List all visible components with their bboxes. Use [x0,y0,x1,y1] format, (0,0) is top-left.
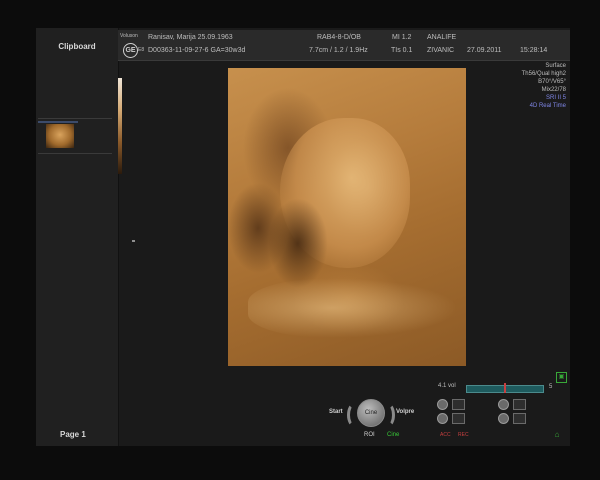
cine-mode-label[interactable]: Cine [387,432,399,438]
control-indicator-4 [513,413,526,424]
operator: ZIVANIC [427,47,455,54]
mi-value: MI 1.2 [392,34,412,41]
logo-model: E8 [138,47,145,53]
institution: ANALIFE [427,34,457,41]
control-knob-3-icon[interactable] [498,399,509,410]
tis-value: TIs 0.1 [391,47,413,54]
patient-name: Ranisav, Marija 25.09.1963 [148,34,233,41]
control-knob-1-icon[interactable] [437,399,448,410]
ge-logo-icon: GE [123,43,138,58]
volume-rate-label: 4.1 vol [438,383,456,389]
render-highlight-lower [248,278,458,338]
control-knob-2-icon[interactable] [437,413,448,424]
fetal-3d-render[interactable] [228,68,466,366]
threshold-quality: Th56/Qual high2 [521,71,566,77]
control-knob-4-icon[interactable] [498,413,509,424]
render-mode: Surface [545,63,566,69]
volpre-label: Volpre [396,409,415,415]
green-status-icon[interactable]: ▣ [556,372,567,383]
sri-level: SRI II 5 [545,95,566,101]
control-indicator-3 [513,399,526,410]
volume-rate-value: 5 [549,384,553,390]
depth-marker [132,240,135,242]
acquisition-mode: 4D Real Time [529,103,566,109]
print-icon[interactable]: ⌂ [552,430,562,440]
imaging-params: 7.7cm / 1.2 / 1.9Hz [309,47,368,54]
clipboard-panel [36,28,119,446]
page-label: Page 1 [60,430,86,439]
control-indicator-2 [452,413,465,424]
logo-brand: Voluson [120,33,138,39]
clipboard-thumbnail[interactable] [46,124,74,148]
exam-date: 27.09.2011 [467,47,502,54]
color-scale-bar [118,78,122,174]
render-shadow [268,198,328,288]
cine-knob[interactable]: Cine [357,399,385,427]
probe-name: RAB4-8-D/OB [317,34,361,41]
volume-angles: B70°/V65° [538,79,566,85]
volume-rate-marker[interactable] [504,383,506,393]
exam-id: D00363-11-09-27-6 GA=30w3d [148,47,246,54]
voluson-logo: Voluson GE E8 [120,33,146,58]
clipboard-title: Clipboard [58,42,96,51]
exam-time: 15:28:14 [520,47,548,54]
mix-ratio: Mix22/78 [541,87,566,93]
acquire-label[interactable]: ACC [440,432,451,438]
control-indicator-1 [452,399,465,410]
roi-label[interactable]: ROI [364,432,375,438]
record-label[interactable]: REC [458,432,469,438]
start-label: Start [329,409,343,415]
clipboard-thumbnail-header [38,121,78,123]
